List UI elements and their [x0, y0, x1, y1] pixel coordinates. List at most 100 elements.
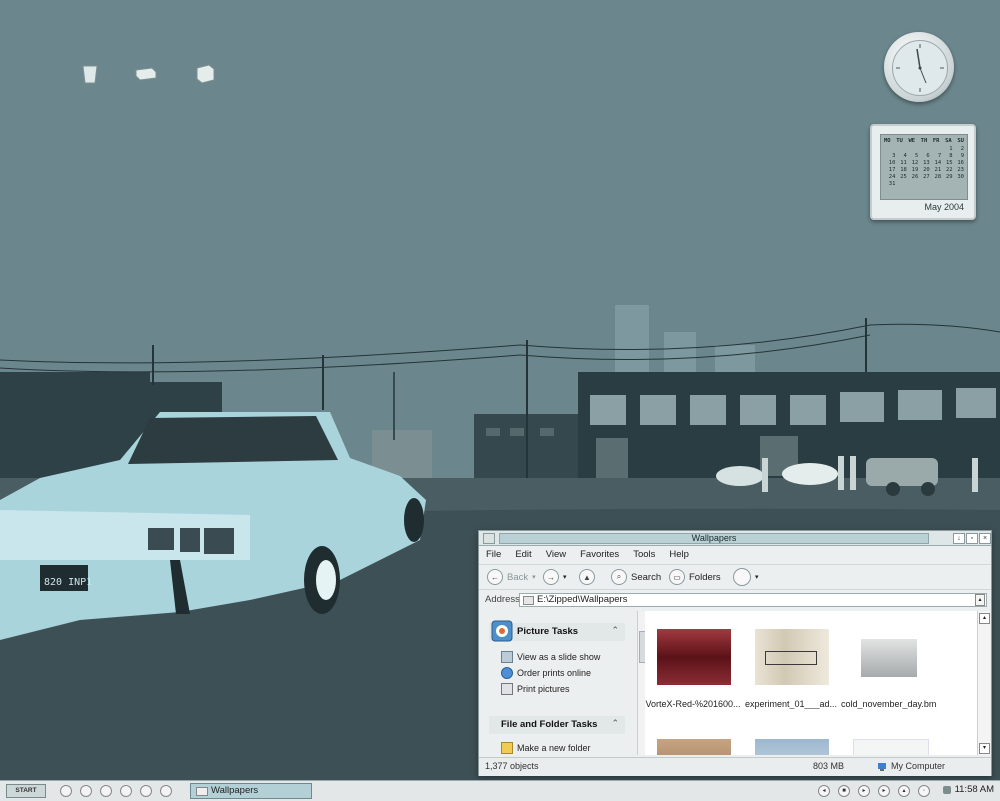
calendar-day: 8	[949, 153, 953, 159]
file-name-cold-november[interactable]: cold_november_day.bmp	[841, 699, 937, 709]
chevron-down-icon: ▾	[755, 574, 759, 581]
file-folder-tasks-header[interactable]: File and Folder Tasks ⌃	[489, 716, 625, 734]
calendar-day	[941, 181, 952, 187]
tray-icon[interactable]	[943, 786, 951, 794]
media-next-icon[interactable]: ▸	[878, 785, 890, 797]
file-name-vortex[interactable]: VorteX-Red-%201600...	[645, 699, 741, 709]
calendar-day: 29	[945, 174, 953, 180]
quicklaunch-icon[interactable]	[160, 785, 172, 797]
taskbar-clock[interactable]: 11:58 AM	[955, 784, 994, 795]
address-value[interactable]: E:\Zipped\Wallpapers	[537, 594, 627, 606]
calendar-day: 10	[888, 160, 896, 166]
file-thumbnail-experiment[interactable]	[755, 629, 829, 685]
calendar-days: 1 2 3 4 5 6 7 8 9 10 11 12 13 14 15 16 17 18 19 20 21 22 23 24 2…	[881, 146, 967, 187]
file-thumbnail-cold-november[interactable]	[861, 639, 917, 677]
address-dropdown-button[interactable]: ▴	[975, 594, 985, 606]
menu-tools[interactable]: Tools	[626, 547, 662, 563]
calendar-day: 7	[937, 153, 942, 159]
title-bar[interactable]: Wallpapers ↓ ▫ ×	[479, 531, 991, 546]
drive-icon[interactable]	[134, 62, 158, 86]
views-button[interactable]: ▾	[733, 568, 759, 586]
calendar-weekday: SA	[945, 138, 952, 144]
calendar-day: 21	[934, 167, 942, 173]
collapse-icon[interactable]: ⌃	[611, 718, 619, 729]
calendar-day: 3	[892, 153, 896, 159]
menu-favorites[interactable]: Favorites	[573, 547, 626, 563]
picture-tasks-icon	[491, 620, 513, 642]
back-button[interactable]: ← Back ▾	[487, 568, 536, 586]
folder-icon	[196, 787, 208, 796]
media-stop-icon[interactable]: ■	[838, 785, 850, 797]
calendar-weekday: WE	[908, 138, 916, 144]
menu-help[interactable]: Help	[662, 547, 696, 563]
address-bar: Address E:\Zipped\Wallpapers ▴	[479, 592, 991, 608]
calendar-day: 15	[945, 160, 953, 166]
menu-file[interactable]: File	[479, 547, 508, 563]
status-location: My Computer	[891, 761, 946, 771]
calendar-day: 30	[957, 174, 964, 180]
taskbar: START Wallpapers ◂ ■ ▸ ▸ ▴ ◦ 11:58 AM	[0, 780, 1000, 801]
media-play-icon[interactable]: ▸	[858, 785, 870, 797]
file-thumbnail[interactable]	[657, 739, 731, 755]
recycle-bin-icon[interactable]	[78, 62, 102, 86]
svg-text:820 INP1: 820 INP1	[44, 577, 92, 588]
calendar-day: 9	[960, 153, 964, 159]
file-list-scrollbar[interactable]: ▴ ▾	[977, 611, 990, 755]
file-name-experiment[interactable]: experiment_01___ad...	[743, 699, 839, 709]
views-icon	[733, 568, 751, 586]
address-label: Address	[485, 594, 520, 605]
calendar-grid: MO TU WE TH FR SA SU 1 2 3 4 5 6 7 8 9 10 11 12 13 14 15 16 17…	[880, 134, 968, 200]
close-button[interactable]: ×	[979, 533, 991, 544]
volume-icon[interactable]: ◦	[918, 785, 930, 797]
task-order-prints[interactable]: Order prints online	[501, 667, 591, 679]
calendar-day	[953, 181, 964, 187]
collapse-icon[interactable]: ⌃	[611, 625, 619, 636]
chevron-down-icon: ▾	[532, 574, 536, 581]
scroll-up-button[interactable]: ▴	[979, 613, 990, 624]
minimize-button[interactable]: ↓	[953, 533, 965, 544]
calendar-day: 25	[900, 174, 907, 180]
menu-edit[interactable]: Edit	[508, 547, 538, 563]
forward-button[interactable]: → ▾	[543, 568, 567, 586]
media-eject-icon[interactable]: ▴	[898, 785, 910, 797]
folder-icon[interactable]	[483, 533, 495, 544]
quicklaunch-icon[interactable]	[80, 785, 92, 797]
quicklaunch-icon[interactable]	[100, 785, 112, 797]
task-pane: Picture Tasks ⌃ View as a slide show Ord…	[479, 611, 637, 755]
taskbar-button-wallpapers[interactable]: Wallpapers	[190, 783, 312, 799]
calendar-weekdays: MO TU WE TH FR SA SU	[881, 135, 967, 146]
status-size: 803 MB	[813, 761, 845, 771]
calendar-day: 24	[888, 174, 896, 180]
task-new-folder[interactable]: Make a new folder	[501, 742, 591, 754]
file-list: VorteX-Red-%201600... experiment_01___ad…	[645, 611, 977, 755]
calendar-day	[895, 181, 906, 187]
file-thumbnail[interactable]	[853, 739, 929, 755]
calendar-day: 11	[900, 160, 907, 166]
menu-view[interactable]: View	[539, 547, 573, 563]
file-thumbnail-vortex[interactable]	[657, 629, 731, 685]
calendar-day: 14	[934, 160, 942, 166]
quicklaunch-icon[interactable]	[120, 785, 132, 797]
slideshow-icon	[501, 651, 513, 663]
back-arrow-icon: ←	[487, 569, 503, 585]
task-print-pictures[interactable]: Print pictures	[501, 683, 570, 695]
media-prev-icon[interactable]: ◂	[818, 785, 830, 797]
box-icon[interactable]	[193, 62, 217, 86]
status-bar: 1,377 objects 803 MB My Computer	[479, 757, 991, 776]
new-folder-icon	[501, 742, 513, 754]
search-icon: ⌕	[611, 569, 627, 585]
calendar-day: 12	[911, 160, 919, 166]
start-button[interactable]: START	[6, 784, 46, 798]
file-thumbnail[interactable]	[755, 739, 829, 755]
folders-button[interactable]: ▭ Folders	[669, 568, 721, 586]
maximize-button[interactable]: ▫	[966, 533, 978, 544]
quicklaunch-icon[interactable]	[60, 785, 72, 797]
picture-tasks-header[interactable]: Picture Tasks ⌃	[489, 620, 625, 642]
folders-icon: ▭	[669, 569, 685, 585]
task-slide-show[interactable]: View as a slide show	[501, 651, 600, 663]
quicklaunch-icon[interactable]	[140, 785, 152, 797]
scroll-down-button[interactable]: ▾	[979, 743, 990, 754]
search-button[interactable]: ⌕ Search	[611, 568, 661, 586]
calendar-day: 20	[923, 167, 930, 173]
up-button[interactable]: ▲	[579, 568, 595, 586]
